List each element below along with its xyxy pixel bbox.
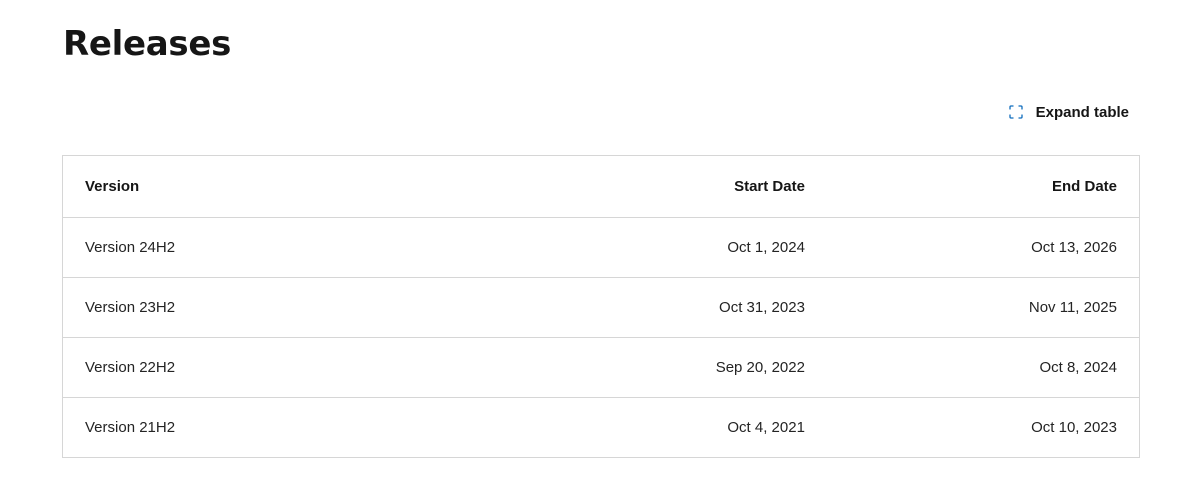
table-row: Version 24H2 Oct 1, 2024 Oct 13, 2026 [63,217,1139,278]
cell-end-date: Oct 10, 2023 [1031,418,1117,436]
cell-version: Version 23H2 [63,277,429,338]
releases-table: Version Start Date End Date Version 24H2… [62,155,1140,458]
cell-start-date: Oct 31, 2023 [428,277,827,338]
expand-table-label: Expand table [1035,103,1129,121]
cell-version: Version 21H2 [85,418,176,436]
cell-start-date: Sep 20, 2022 [428,337,827,398]
cell-version: Version 24H2 [63,217,429,278]
expand-icon [1008,105,1023,119]
column-header-version: Version [63,156,429,218]
table-row: Version 23H2 Oct 31, 2023 Nov 11, 2025 [63,277,1139,338]
cell-start-date: Oct 1, 2024 [428,217,827,278]
column-header-end-date: End Date [826,156,1139,218]
table-header-row: Version Start Date End Date [63,156,1139,218]
cell-version: Version 22H2 [63,337,429,398]
cell-end-date: Nov 11, 2025 [826,277,1139,338]
expand-table-button[interactable]: Expand table [1008,99,1129,125]
table-row: Version 21H2 Oct 4, 2021 Oct 10, 2023 [63,397,1139,457]
column-header-start-date: Start Date [428,156,827,218]
cell-end-date: Oct 8, 2024 [826,337,1139,398]
page-title: Releases [63,24,232,64]
cell-start-date: Oct 4, 2021 [727,418,805,436]
cell-end-date: Oct 13, 2026 [826,217,1139,278]
table-row: Version 22H2 Sep 20, 2022 Oct 8, 2024 [63,337,1139,398]
